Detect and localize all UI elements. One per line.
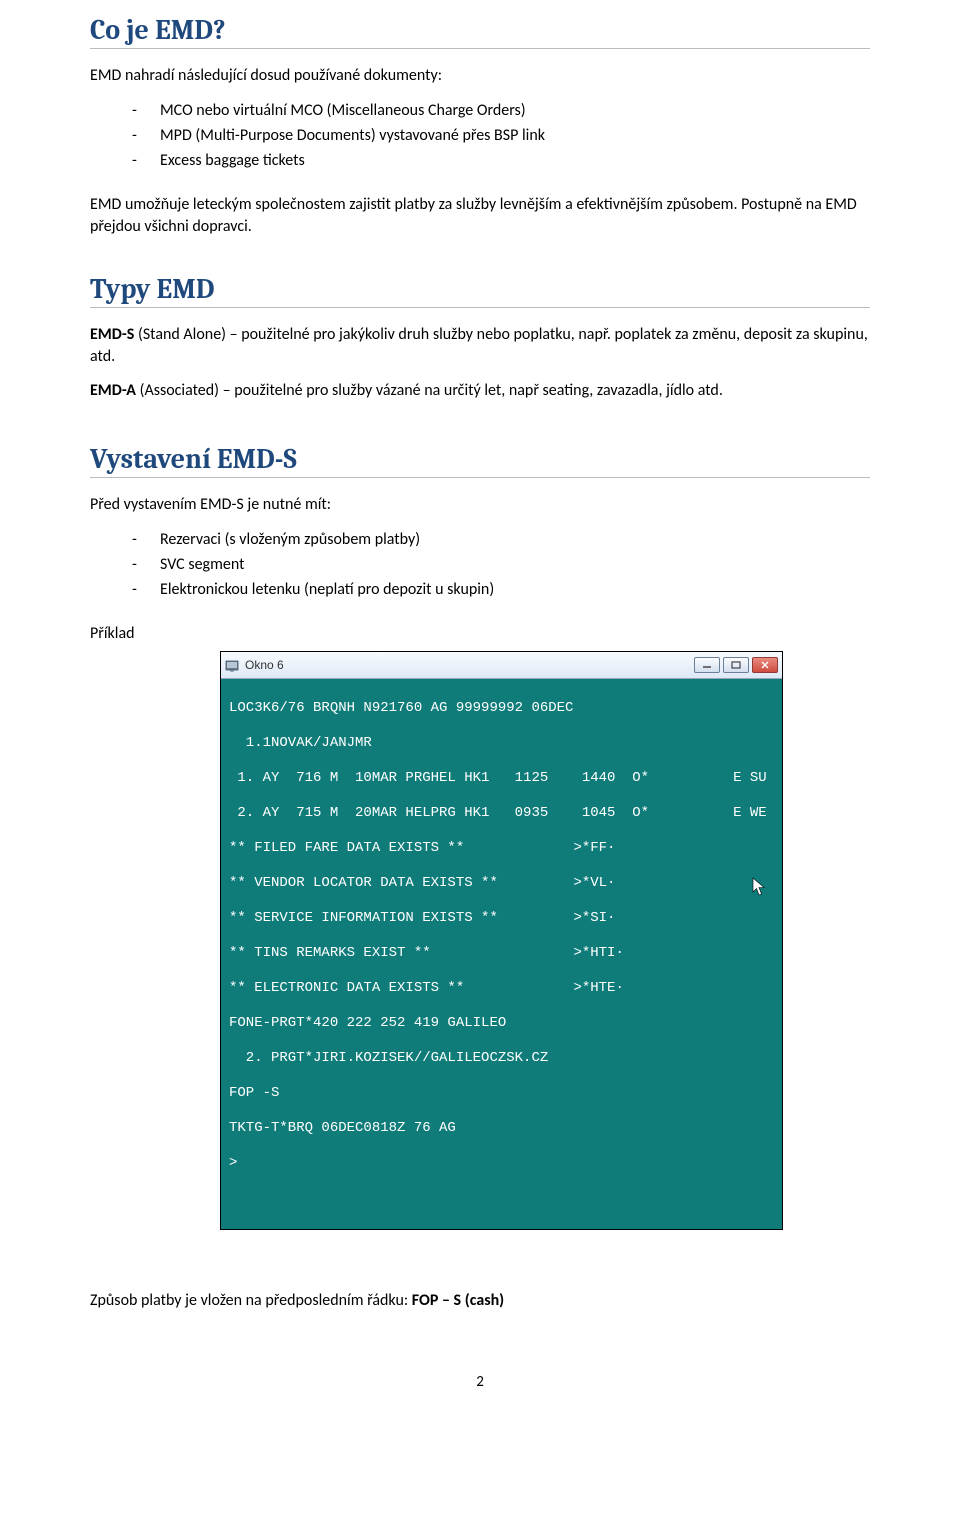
emds-desc: (Stand Alone) – použitelné pro jakýkoliv… <box>90 325 868 366</box>
window-title: Okno 6 <box>245 658 284 672</box>
closing-para: Způsob platby je vložen na předposledním… <box>90 1290 870 1312</box>
closing-text: Způsob platby je vložen na předposledním… <box>90 1291 412 1310</box>
heading-vystaveni-emds: Vystavení EMD-S <box>90 443 870 478</box>
heading-typy-emd: Typy EMD <box>90 273 870 308</box>
page: Co je EMD? EMD nahradí následující dosud… <box>0 14 960 1431</box>
window-titlebar[interactable]: Okno 6 <box>221 652 782 679</box>
maximize-button[interactable] <box>723 657 749 673</box>
cursor-icon <box>644 855 768 928</box>
list-item: MPD (Multi-Purpose Documents) vystavovan… <box>132 124 870 149</box>
intro-para-2: EMD umožňuje leteckým společnostem zajis… <box>90 194 870 239</box>
list-item: Excess baggage tickets <box>132 149 870 174</box>
list-item: MCO nebo virtuální MCO (Miscellaneous Ch… <box>132 99 870 124</box>
intro-para-1: EMD nahradí následující dosud používané … <box>90 65 870 87</box>
emds-label: EMD-S <box>90 325 134 344</box>
close-button[interactable] <box>752 657 778 673</box>
page-number: 2 <box>90 1373 870 1391</box>
emda-desc: (Associated) – použitelné pro služby váz… <box>136 381 723 400</box>
terminal-line: 1. AY 716 M 10MAR PRGHEL HK1 1125 1440 O… <box>229 770 774 788</box>
terminal-line: 2. PRGT*JIRI.KOZISEK//GALILEOCZSK.CZ <box>229 1050 774 1068</box>
terminal-line: 2. AY 715 M 20MAR HELPRG HK1 0935 1045 O… <box>229 805 774 823</box>
list-item: SVC segment <box>132 553 870 578</box>
typ-emds: EMD-S (Stand Alone) – použitelné pro jak… <box>90 324 870 369</box>
terminal-line: 1.1NOVAK/JANJMR <box>229 735 774 753</box>
terminal-line: ** TINS REMARKS EXIST ** >*HTI· <box>229 945 774 963</box>
closing-bold: FOP – S (cash) <box>412 1291 504 1310</box>
priklad-label: Příklad <box>90 623 870 645</box>
terminal-line: FOP -S <box>229 1085 774 1103</box>
vystaveni-list: Rezervaci (s vloženým způsobem platby) S… <box>90 528 870 602</box>
terminal-body[interactable]: LOC3K6/76 BRQNH N921760 AG 99999992 06DE… <box>221 679 782 1230</box>
window-frame: Okno 6 LOC3K6/76 BRQNH N921760 AG 999999… <box>220 651 783 1231</box>
terminal-line: > <box>229 1155 774 1173</box>
vystaveni-intro: Před vystavením EMD-S je nutné mít: <box>90 494 870 516</box>
terminal-line: ** ELECTRONIC DATA EXISTS ** >*HTE· <box>229 980 774 998</box>
list-item: Elektronickou letenku (neplatí pro depoz… <box>132 578 870 603</box>
emda-label: EMD-A <box>90 381 136 400</box>
terminal-line: TKTG-T*BRQ 06DEC0818Z 76 AG <box>229 1120 774 1138</box>
heading-co-je-emd: Co je EMD? <box>90 14 870 49</box>
minimize-button[interactable] <box>694 657 720 673</box>
window-icon <box>225 658 239 672</box>
list-item: Rezervaci (s vloženým způsobem platby) <box>132 528 870 553</box>
terminal-screenshot: Okno 6 LOC3K6/76 BRQNH N921760 AG 999999… <box>220 651 870 1231</box>
typ-emda: EMD-A (Associated) – použitelné pro služ… <box>90 380 870 402</box>
intro-list-1: MCO nebo virtuální MCO (Miscellaneous Ch… <box>90 99 870 173</box>
terminal-line: LOC3K6/76 BRQNH N921760 AG 99999992 06DE… <box>229 700 774 718</box>
terminal-line: FONE-PRGT*420 222 252 419 GALILEO <box>229 1015 774 1033</box>
